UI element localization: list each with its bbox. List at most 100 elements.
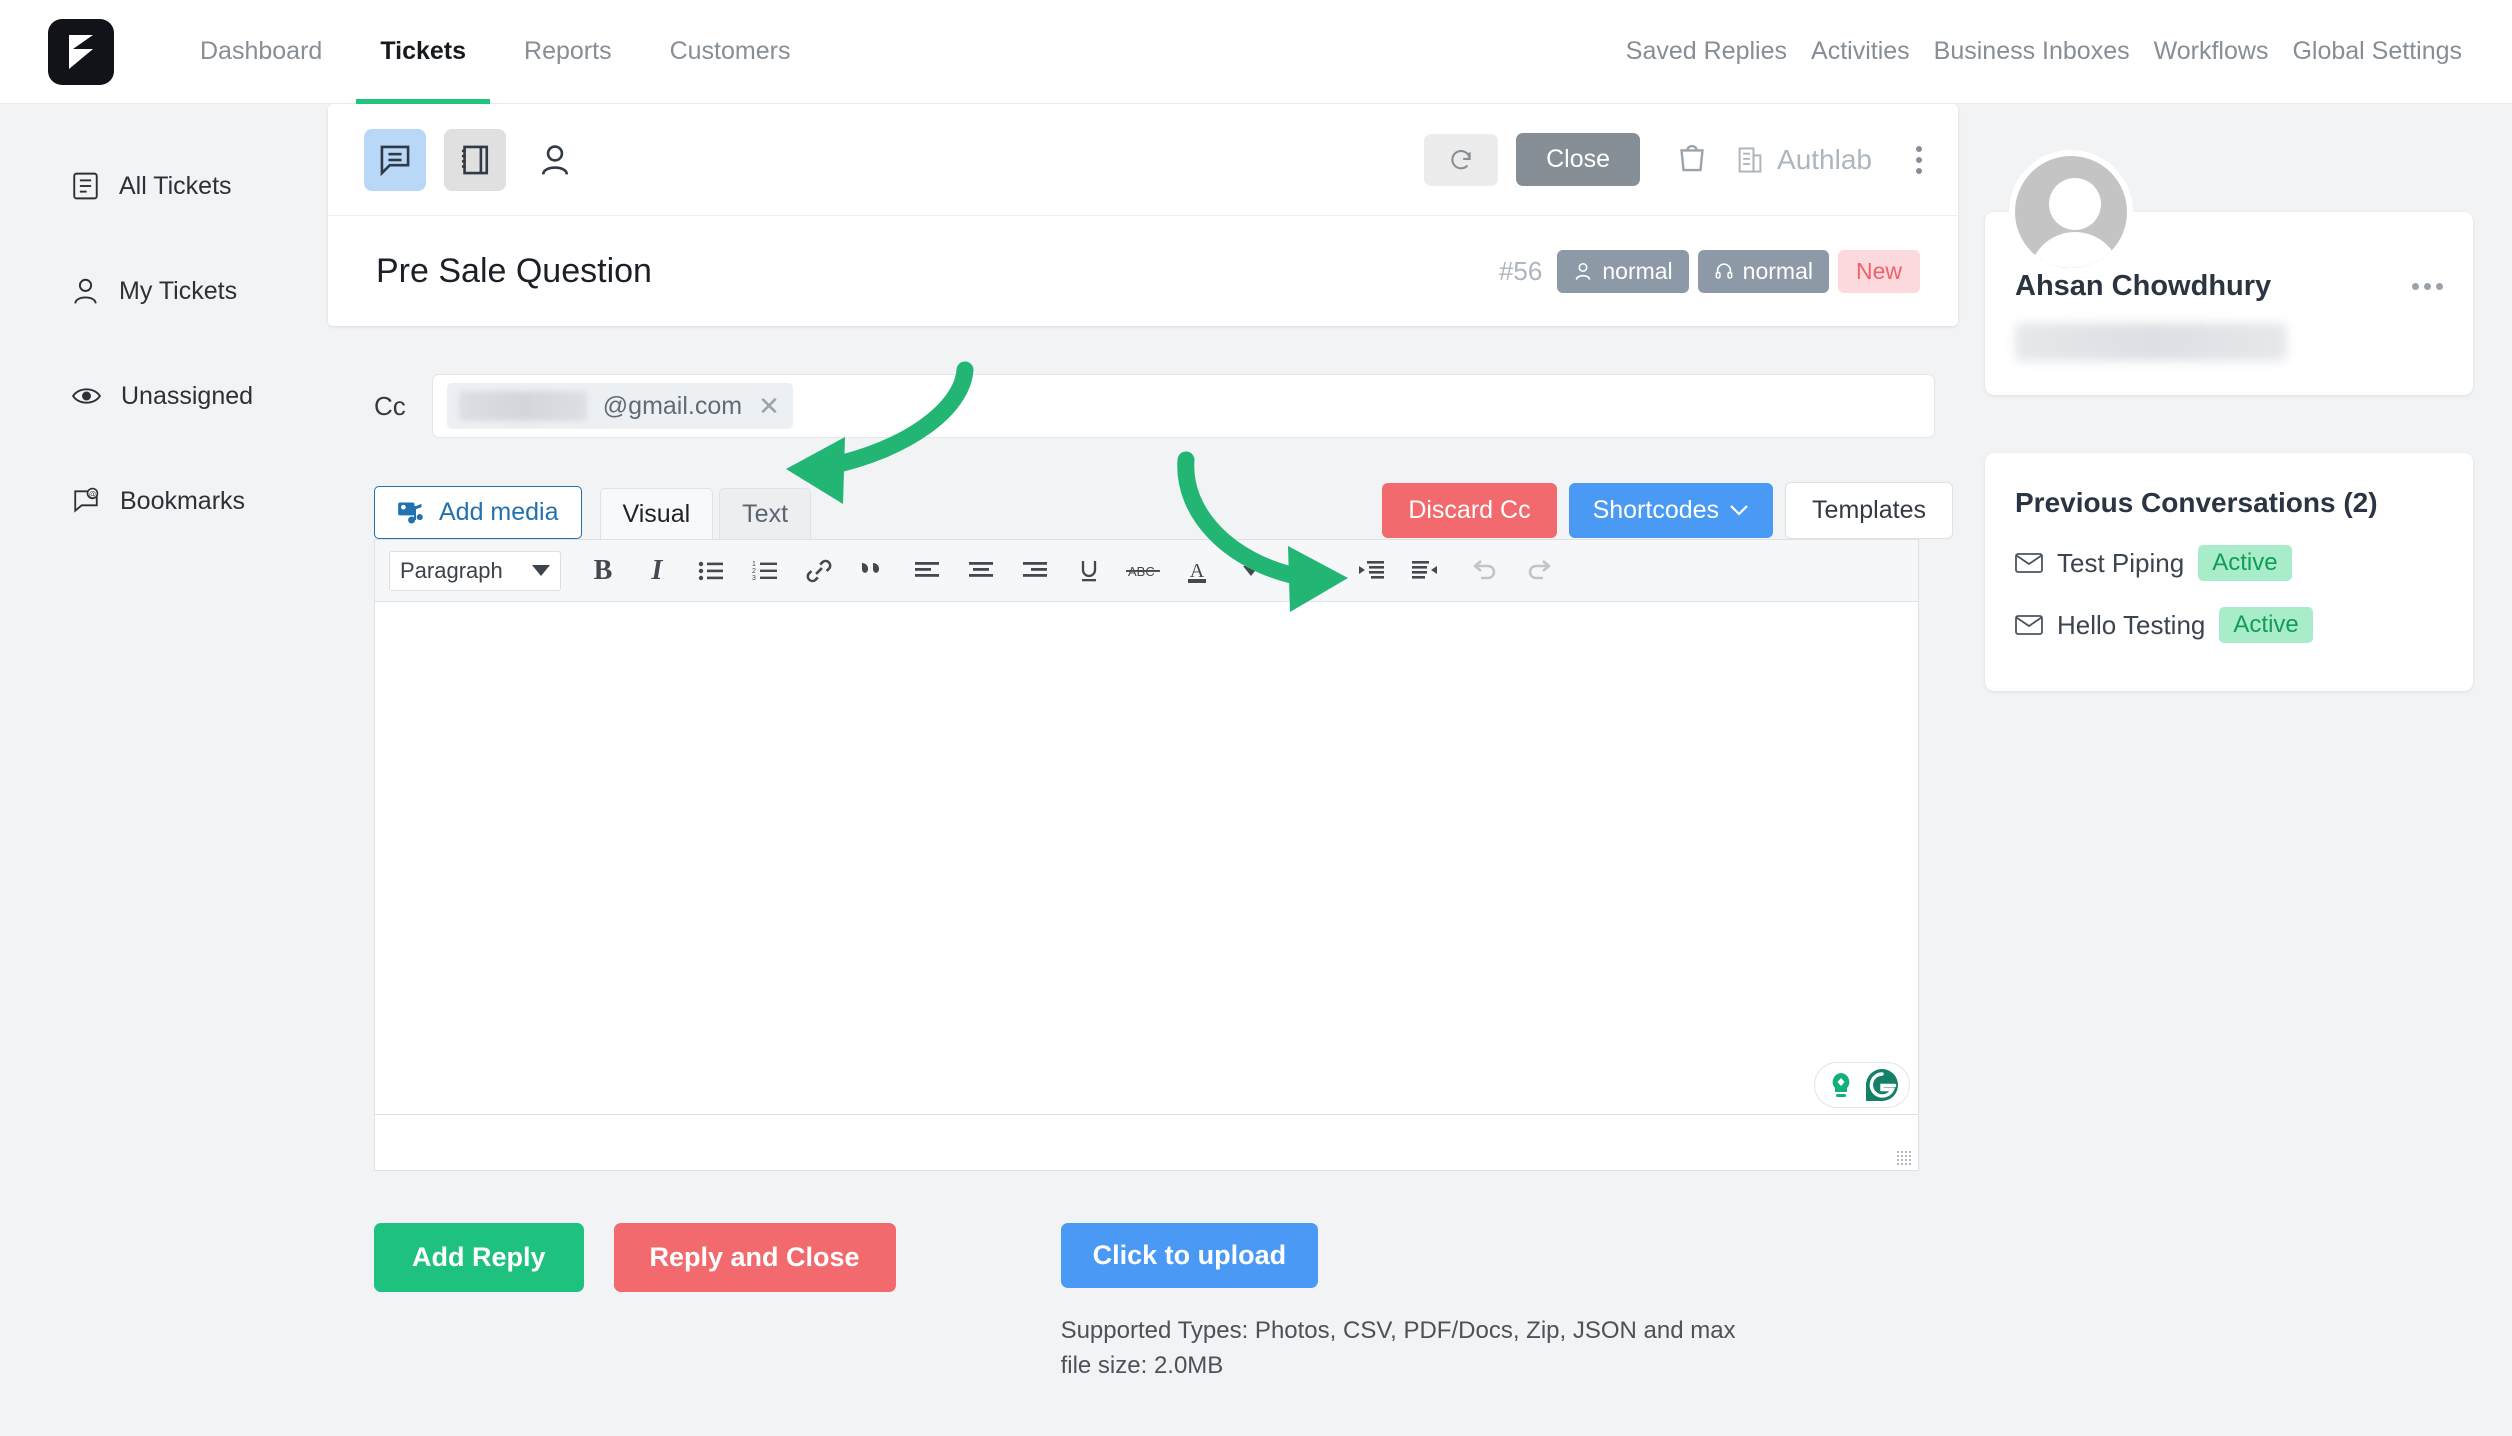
customer-more-menu-button[interactable] xyxy=(2412,283,2443,290)
templates-button[interactable]: Templates xyxy=(1785,482,1953,539)
discard-cc-button[interactable]: Discard Cc xyxy=(1382,483,1557,538)
tab-visual[interactable]: Visual xyxy=(599,488,714,539)
align-center-icon xyxy=(969,561,993,577)
add-reply-button[interactable]: Add Reply xyxy=(374,1223,584,1292)
reply-composer: Cc @gmail.com ✕ Add media Visual Text Di… xyxy=(326,326,1985,1384)
conversation-list-item[interactable]: Hello Testing Active xyxy=(2015,607,2443,643)
notebook-icon xyxy=(461,145,489,174)
editor-toolbar: Paragraph B I 1 2 3 ABC A xyxy=(375,540,1918,602)
chevron-down-icon xyxy=(532,565,550,576)
nav-item-saved-replies[interactable]: Saved Replies xyxy=(1626,0,1787,104)
ticket-header: Pre Sale Question #56 normal normal New xyxy=(328,216,1958,326)
ticket-more-menu-button[interactable] xyxy=(1910,140,1928,180)
kebab-dot xyxy=(2412,283,2419,290)
tab-text[interactable]: Text xyxy=(719,488,812,539)
close-ticket-button[interactable]: Close xyxy=(1516,133,1641,186)
nav-item-global-settings[interactable]: Global Settings xyxy=(2292,0,2462,104)
sidebar-item-label: Unassigned xyxy=(121,381,254,410)
view-notes-button[interactable] xyxy=(444,128,506,191)
italic-button[interactable]: I xyxy=(633,547,681,595)
underline-icon xyxy=(1081,560,1097,581)
cc-remove-button[interactable]: ✕ xyxy=(758,393,780,419)
numbered-list-button[interactable]: 1 2 3 xyxy=(741,547,789,595)
nav-item-workflows[interactable]: Workflows xyxy=(2154,0,2269,104)
kebab-dot xyxy=(2436,283,2443,290)
chat-bubble-icon xyxy=(380,145,410,176)
nav-item-dashboard[interactable]: Dashboard xyxy=(176,0,346,104)
view-conversation-button[interactable] xyxy=(364,128,426,191)
nav-label: Reports xyxy=(524,37,612,65)
text-color-button[interactable]: A xyxy=(1173,547,1221,595)
sidebar-item-bookmarks[interactable]: @ Bookmarks xyxy=(0,479,325,523)
resize-grip-icon[interactable] xyxy=(1896,1150,1912,1166)
ticket-toolbar-actions: Close Authlab xyxy=(1424,133,1928,186)
kebab-dot xyxy=(2424,283,2431,290)
avatar-body-shape xyxy=(2029,232,2121,268)
document-list-icon xyxy=(73,172,98,200)
support-badge[interactable]: normal xyxy=(1697,249,1829,293)
nav-item-reports[interactable]: Reports xyxy=(500,0,636,104)
shopping-bag-icon xyxy=(1680,144,1704,172)
cc-input-field[interactable]: @gmail.com ✕ xyxy=(431,374,1935,438)
ticket-title: Pre Sale Question xyxy=(376,251,652,290)
undo-button[interactable] xyxy=(1461,547,1509,595)
click-to-upload-button[interactable]: Click to upload xyxy=(1060,1223,1319,1288)
format-select[interactable]: Paragraph xyxy=(389,550,561,591)
add-media-button[interactable]: Add media xyxy=(374,486,582,539)
align-left-button[interactable] xyxy=(903,547,951,595)
priority-badge[interactable]: normal xyxy=(1557,249,1689,293)
nav-item-customers[interactable]: Customers xyxy=(646,0,815,104)
redo-button[interactable] xyxy=(1515,547,1563,595)
business-inbox-selector[interactable]: Authlab xyxy=(1736,144,1872,176)
shopping-bag-button[interactable] xyxy=(1676,140,1708,179)
eraser-icon xyxy=(1300,560,1322,581)
headset-icon xyxy=(1715,262,1733,279)
sidebar-item-all-tickets[interactable]: All Tickets xyxy=(0,164,325,208)
bold-button[interactable]: B xyxy=(579,547,627,595)
previous-conversations-card: Previous Conversations (2) Test Piping A… xyxy=(1985,453,2473,691)
cc-recipient-tag: @gmail.com ✕ xyxy=(446,383,793,429)
center-column: Close Authlab Pre Sale Question #56 norm… xyxy=(325,104,1985,1436)
ticket-toolbar: Close Authlab xyxy=(328,104,1958,216)
ticket-number: #56 xyxy=(1498,255,1543,286)
sidebar-item-unassigned[interactable]: Unassigned xyxy=(0,374,325,418)
link-button[interactable] xyxy=(795,547,843,595)
format-select-value: Paragraph xyxy=(400,557,503,583)
rich-text-editor: Paragraph B I 1 2 3 ABC A xyxy=(374,539,1919,1171)
business-name-label: Authlab xyxy=(1777,143,1872,175)
refresh-button[interactable] xyxy=(1424,133,1499,186)
grammarly-widget[interactable] xyxy=(1814,1062,1910,1108)
nav-item-tickets[interactable]: Tickets xyxy=(356,0,490,104)
undo-icon xyxy=(1472,559,1496,579)
nav-label: Dashboard xyxy=(200,37,323,65)
outdent-button[interactable] xyxy=(1347,547,1395,595)
bulleted-list-icon xyxy=(698,561,723,580)
svg-text:3: 3 xyxy=(752,575,756,582)
secondary-nav: Saved Replies Activities Business Inboxe… xyxy=(1602,0,2462,104)
upload-supported-types-note: Supported Types: Photos, CSV, PDF/Docs, … xyxy=(1060,1317,1736,1379)
strikethrough-button[interactable]: ABC xyxy=(1119,547,1167,595)
conversation-list-item[interactable]: Test Piping Active xyxy=(2015,545,2443,581)
editor-content-area[interactable] xyxy=(375,602,1918,1114)
text-color-dropdown-button[interactable] xyxy=(1227,547,1275,595)
shortcodes-button[interactable]: Shortcodes xyxy=(1568,483,1774,538)
ticket-meta: #56 normal normal New xyxy=(1498,249,1920,293)
view-customer-button[interactable] xyxy=(524,129,586,191)
align-right-button[interactable] xyxy=(1011,547,1059,595)
clear-formatting-button[interactable] xyxy=(1287,547,1335,595)
align-center-button[interactable] xyxy=(957,547,1005,595)
nav-item-business-inboxes[interactable]: Business Inboxes xyxy=(1934,0,2130,104)
bulleted-list-button[interactable] xyxy=(687,547,735,595)
right-sidebar: Ahsan Chowdhury Previous Conversations (… xyxy=(1985,104,2505,1436)
app-logo[interactable] xyxy=(48,18,114,85)
lightbulb-icon xyxy=(1832,1073,1850,1097)
sidebar-item-my-tickets[interactable]: My Tickets xyxy=(0,269,325,313)
underline-button[interactable] xyxy=(1065,547,1113,595)
indent-button[interactable] xyxy=(1401,547,1449,595)
page-body: All Tickets My Tickets Unassigned @ Book… xyxy=(0,104,2512,1436)
blockquote-button[interactable] xyxy=(849,547,897,595)
sidebar-item-label: My Tickets xyxy=(119,276,238,305)
nav-item-activities[interactable]: Activities xyxy=(1811,0,1910,104)
cc-masked-address xyxy=(458,391,587,421)
reply-and-close-button[interactable]: Reply and Close xyxy=(613,1223,896,1292)
